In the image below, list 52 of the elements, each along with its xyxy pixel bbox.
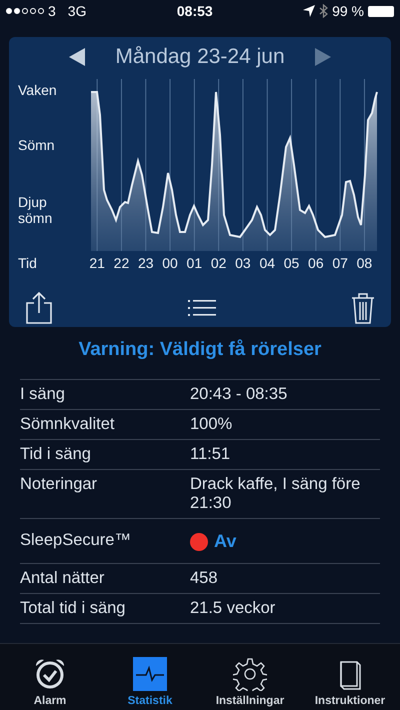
trash-icon[interactable] [351,292,375,324]
hour-label: 22 [112,255,130,271]
hour-label: 07 [331,255,349,271]
warning-message: Varning: Väldigt få rörelser [78,339,322,361]
axis-label: Vaken [18,82,57,98]
row-label: Antal nätter [20,569,106,588]
battery-icon [368,6,394,16]
hour-label: 05 [282,255,300,271]
hour-label: 02 [210,255,228,271]
row-label: Noteringar [20,475,98,494]
network-type: 3G [68,3,86,19]
tab[interactable]: Instruktioner [300,644,400,710]
battery-percent: 99 % [332,3,364,19]
hour-label: 23 [136,255,155,271]
location-icon [303,5,316,17]
row-value: 458 [190,569,219,588]
hour-label: 06 [307,255,325,271]
next-icon[interactable] [314,48,331,66]
carrier: 3 [48,3,56,19]
row-label: I säng [20,385,66,404]
hour-label: 01 [186,255,204,271]
row-label: SleepSecure™ [20,531,132,550]
hour-label: 00 [161,255,179,271]
list-icon[interactable] [188,299,216,317]
row-value: Drack kaffe, I säng före 21:30 [190,475,362,513]
previous-icon[interactable] [69,48,86,66]
row-label: Sömnkvalitet [20,415,116,434]
axis-label: Sömn [18,137,55,153]
alarm-clock-icon [33,657,67,691]
row-value: 100% [190,415,234,434]
share-icon[interactable] [25,291,53,325]
axis-label: Djup sömn [18,194,52,226]
status-value[interactable]: Av [214,531,236,552]
row-value: 21.5 veckor [190,599,276,618]
bluetooth-icon [319,4,328,18]
pulse-icon [133,657,167,691]
hour-label: 21 [88,255,106,271]
row-value: 11:51 [190,445,232,464]
hour-label: 03 [234,255,252,271]
tab[interactable]: Alarm [0,644,100,710]
row-label: Total tid i säng [20,599,126,618]
clock: 08:53 [176,3,213,19]
tab[interactable]: Inställningar [200,644,300,710]
settings-icon [233,657,267,691]
tab[interactable]: Statistik [100,644,200,710]
row-value: 20:43 - 08:35 [190,385,288,404]
signal-icon [6,8,44,14]
hour-label: 04 [258,255,276,271]
axis-label: Tid [17,255,38,271]
hour-label: 08 [356,255,374,271]
graph-title: Måndag 23-24 jun [115,45,285,69]
row-label: Tid i säng [20,445,92,464]
